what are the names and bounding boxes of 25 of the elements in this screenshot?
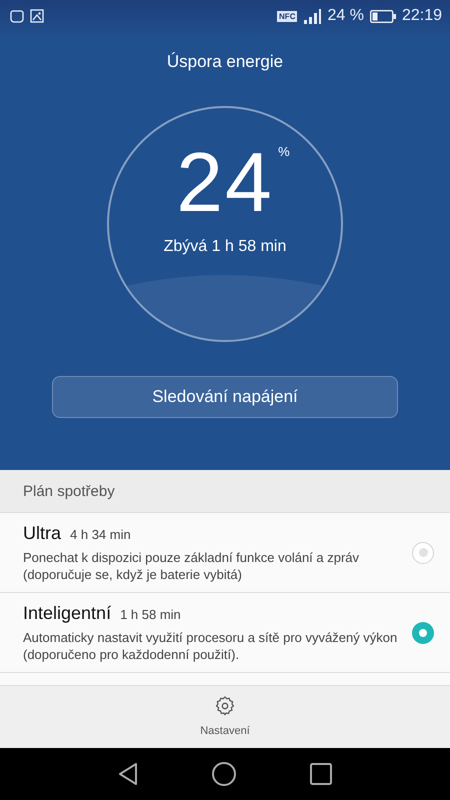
radio-button[interactable] [412, 622, 434, 644]
time-remaining: Zbývá 1 h 58 min [164, 238, 286, 256]
nfc-indicator: NFC [277, 10, 298, 22]
signal-icon [303, 8, 322, 24]
section-header: Plán spotřeby [0, 470, 450, 513]
plan-name: Ultra [23, 522, 62, 544]
percent-unit: % [278, 144, 290, 159]
plan-time: 4 h 34 min [70, 526, 131, 542]
battery-icon [370, 10, 396, 22]
battery-level-value: 24 [176, 140, 274, 224]
settings-button[interactable]: Nastavení [194, 686, 256, 748]
recents-icon[interactable] [310, 763, 332, 785]
back-icon[interactable] [118, 762, 138, 786]
plan-description: Automaticky nastavit využití procesoru a sítě pro vyvážený výkon (doporučeno pro každodenní použití). [23, 628, 398, 662]
settings-icon [215, 696, 235, 716]
image-icon [30, 9, 44, 23]
battery-percent: 24 % [327, 7, 364, 25]
plan-name: Inteligentní [23, 602, 112, 624]
power-monitor-button[interactable]: Sledování napájení [52, 376, 398, 418]
notification-icon [10, 9, 24, 23]
clock: 22:19 [402, 7, 442, 25]
plan-description: Ponechat k dispozici pouze základní funkce volání a zpráv (doporučuje se, když je baterie vybitá) [23, 548, 360, 582]
plan-time: 1 h 58 min [120, 606, 181, 622]
screen-title: Úspora energie [166, 52, 284, 72]
home-icon[interactable] [212, 762, 236, 786]
